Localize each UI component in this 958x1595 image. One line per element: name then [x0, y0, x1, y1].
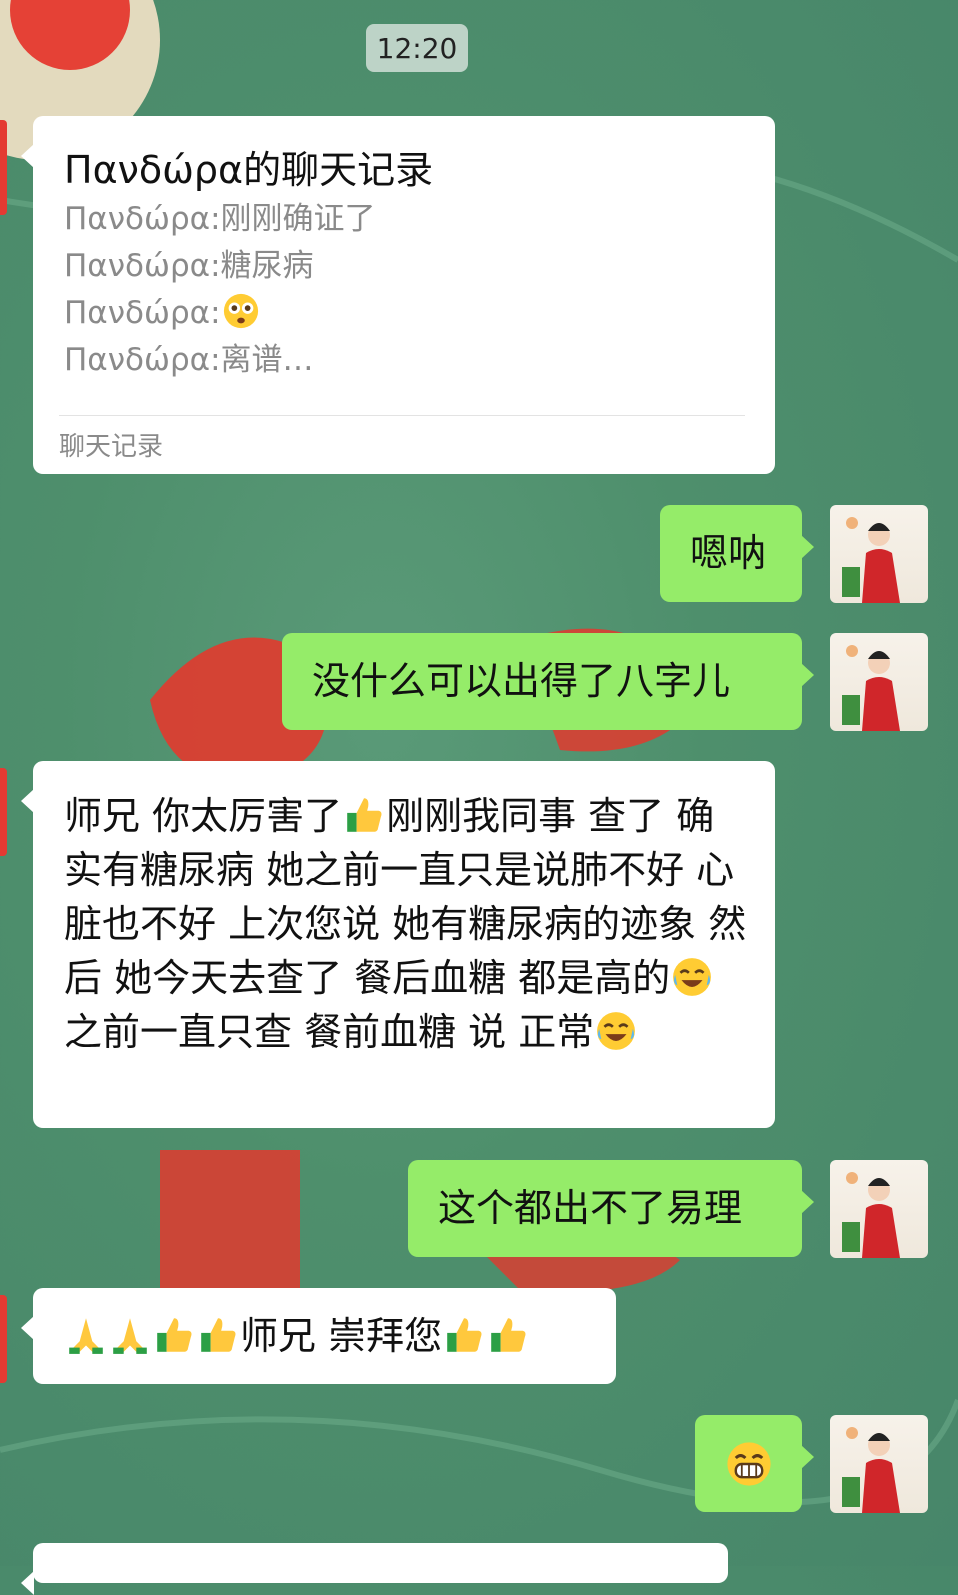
message-text: 嗯呐 [690, 531, 767, 575]
chat-record-line: Πανδώρα:刚刚确证了 [64, 201, 376, 237]
message-text: 师兄 你太厉害了 [64, 794, 343, 838]
thumbs-up-icon [201, 1318, 236, 1352]
chat-record-footer: 聊天记录 [59, 415, 745, 474]
message-outgoing[interactable]: 没什么可以出得了八字儿 [282, 633, 814, 730]
thumbs-up-icon [491, 1318, 526, 1352]
message-incoming[interactable]: 师兄 崇拜您 [21, 1288, 616, 1384]
avatar[interactable] [830, 633, 928, 731]
avatar[interactable] [830, 1415, 928, 1513]
chat-record-line: Πανδώρα:离谱… [64, 342, 314, 378]
chat-record-line: Πανδώρα:糖尿病 [64, 248, 314, 284]
message-outgoing[interactable]: 这个都出不了易理 [408, 1160, 814, 1257]
message-outgoing[interactable] [695, 1415, 814, 1512]
laughing-crying-icon [673, 958, 712, 996]
chat-record-card[interactable]: Πανδώρα的聊天记录 Πανδώρα:刚刚确证了 Πανδώρα:糖尿病 Π… [21, 116, 775, 474]
pray-icon [113, 1318, 147, 1354]
message-text: 师兄 崇拜您 [240, 1314, 443, 1358]
timestamp: 12:20 [366, 24, 468, 72]
avatar[interactable] [830, 1160, 928, 1258]
pray-icon [69, 1318, 103, 1354]
laughing-crying-icon [597, 1012, 636, 1050]
thumbs-up-icon [347, 798, 382, 832]
unread-indicator [0, 120, 7, 215]
message-text: 这个都出不了易理 [438, 1186, 743, 1230]
message-text: 没什么可以出得了八字儿 [312, 659, 731, 703]
avatar[interactable] [830, 505, 928, 603]
chat-record-line: Πανδώρα: [64, 290, 745, 337]
flushed-face-icon [223, 293, 258, 329]
message-outgoing[interactable]: 嗯呐 [660, 505, 814, 602]
message-incoming[interactable]: 师兄 你太厉害了 刚刚我同事 查了 确实有糖尿病 她之前一直只是说肺不好 心脏也不… [21, 761, 775, 1128]
thumbs-up-icon [157, 1318, 192, 1352]
unread-indicator [0, 1295, 7, 1383]
message-incoming[interactable] [21, 1543, 728, 1595]
chat-record-title: Πανδώρα的聊天记录 [64, 148, 434, 192]
message-text: 之前一直只查 餐前血糖 说 正常 [64, 1010, 595, 1054]
thumbs-up-icon [447, 1318, 482, 1352]
unread-indicator [0, 768, 7, 856]
grinning-icon [726, 1441, 771, 1486]
